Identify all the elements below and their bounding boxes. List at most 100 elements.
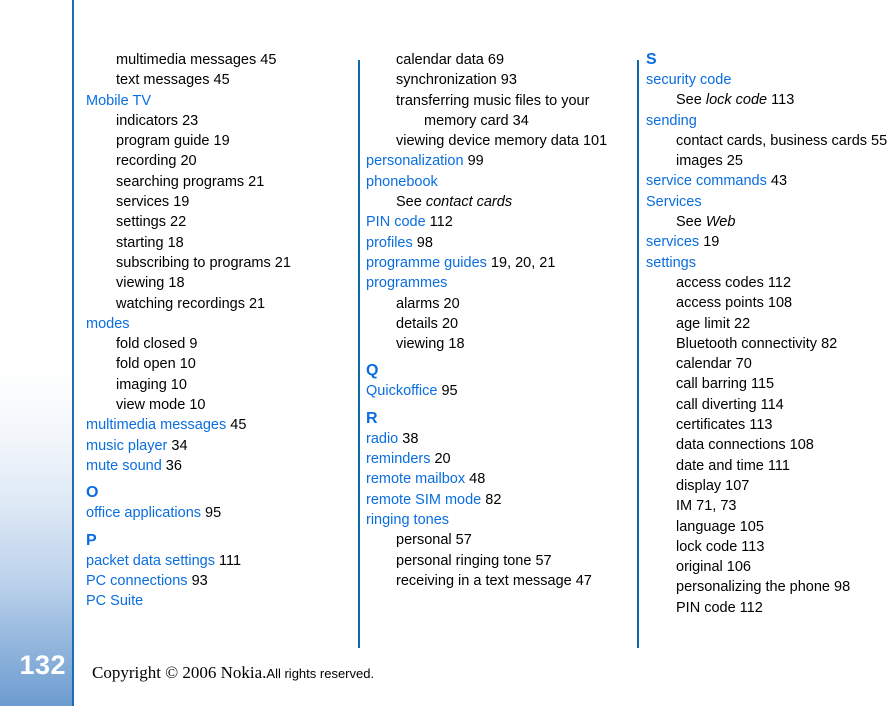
index-subentry[interactable]: personal 57: [366, 530, 628, 550]
index-subentry[interactable]: call diverting 114: [646, 395, 888, 415]
index-subentry[interactable]: services 19: [86, 192, 348, 212]
index-entry-label: profiles: [366, 234, 413, 251]
cross-reference-see-label: See: [676, 92, 702, 109]
index-subentry[interactable]: multimedia messages 45: [86, 50, 348, 70]
index-subentry[interactable]: text messages 45: [86, 70, 348, 90]
index-entry[interactable]: Quickoffice 95: [366, 381, 628, 401]
index-cross-reference[interactable]: See contact cards: [366, 192, 628, 212]
index-entry[interactable]: ringing tones: [366, 510, 628, 530]
index-entry[interactable]: services 19: [646, 232, 888, 252]
index-entry[interactable]: multimedia messages 45: [86, 415, 348, 435]
index-subentry[interactable]: images 25: [646, 151, 888, 171]
index-subentry[interactable]: IM 71, 73: [646, 496, 888, 516]
index-entry[interactable]: PIN code 112: [366, 212, 628, 232]
index-subentry[interactable]: language 105: [646, 517, 888, 537]
index-entry[interactable]: security code: [646, 70, 888, 90]
index-subentry-page-number: 98: [829, 579, 851, 596]
index-subentry[interactable]: PIN code 112: [646, 598, 888, 618]
index-subentry-page-number: 108: [785, 437, 814, 454]
index-subentry[interactable]: age limit 22: [646, 314, 888, 334]
index-subentry[interactable]: access points 108: [646, 293, 888, 313]
column-divider-1: [358, 60, 360, 648]
index-subentry-label: imaging: [116, 376, 167, 393]
index-subentry[interactable]: imaging 10: [86, 375, 348, 395]
index-subentry[interactable]: original 106: [646, 557, 888, 577]
index-cross-reference[interactable]: See Web: [646, 212, 888, 232]
index-entry[interactable]: mute sound 36: [86, 456, 348, 476]
index-entry[interactable]: Services: [646, 192, 888, 212]
index-entry[interactable]: programmes: [366, 273, 628, 293]
index-subentry[interactable]: settings 22: [86, 212, 348, 232]
index-subentry[interactable]: display 107: [646, 476, 888, 496]
index-subentry[interactable]: subscribing to programs 21: [86, 253, 348, 273]
index-entry[interactable]: radio 38: [366, 429, 628, 449]
index-entry[interactable]: programme guides 19, 20, 21: [366, 253, 628, 273]
index-subentry[interactable]: call barring 115: [646, 374, 888, 394]
index-entry[interactable]: modes: [86, 314, 348, 334]
index-subentry[interactable]: starting 18: [86, 233, 348, 253]
index-subentry[interactable]: date and time 111: [646, 456, 888, 476]
index-subentry[interactable]: access codes 112: [646, 273, 888, 293]
index-subentry-page-number: 20: [439, 295, 460, 312]
index-entry[interactable]: Mobile TV: [86, 91, 348, 111]
index-entry-label: Quickoffice: [366, 383, 438, 400]
index-subentry[interactable]: fold closed 9: [86, 334, 348, 354]
index-subentry[interactable]: recording 20: [86, 151, 348, 171]
index-subentry-wrapped[interactable]: transferring music files to your memory c…: [366, 91, 628, 132]
index-entry[interactable]: remote SIM mode 82: [366, 490, 628, 510]
index-entry[interactable]: PC connections 93: [86, 571, 348, 591]
index-subentry[interactable]: viewing 18: [366, 334, 628, 354]
index-subentry[interactable]: searching programs 21: [86, 172, 348, 192]
index-subentry[interactable]: lock code 113: [646, 537, 888, 557]
index-entry[interactable]: phonebook: [366, 172, 628, 192]
index-subentry[interactable]: fold open 10: [86, 354, 348, 374]
index-entry[interactable]: PC Suite: [86, 591, 348, 611]
index-entry[interactable]: profiles 98: [366, 233, 628, 253]
index-entry[interactable]: reminders 20: [366, 449, 628, 469]
index-entry[interactable]: sending: [646, 111, 888, 131]
index-entry-label: Mobile TV: [86, 92, 152, 109]
index-subentry-page-number: 10: [185, 397, 206, 414]
index-subentry[interactable]: data connections 108: [646, 435, 888, 455]
index-subentry[interactable]: Bluetooth connectivity 82: [646, 334, 888, 354]
index-subentry[interactable]: receiving in a text message 47: [366, 571, 628, 591]
index-subentry[interactable]: personal ringing tone 57: [366, 551, 628, 571]
index-entry[interactable]: music player 34: [86, 436, 348, 456]
index-subentry[interactable]: view mode 10: [86, 395, 348, 415]
index-cross-reference[interactable]: See lock code 113: [646, 90, 888, 110]
index-subentry[interactable]: program guide 19: [86, 131, 348, 151]
index-subentry[interactable]: watching recordings 21: [86, 294, 348, 314]
index-entry[interactable]: personalization 99: [366, 151, 628, 171]
index-entry-label: service commands: [646, 173, 767, 190]
index-entry[interactable]: packet data settings 111: [86, 551, 348, 571]
index-subentry-page-number: 111: [763, 457, 790, 474]
index-subentry[interactable]: personalizing the phone 98: [646, 577, 888, 597]
index-column-2: calendar data 69 synchronization 93 transf…: [366, 50, 628, 591]
index-subentry[interactable]: certificates 113: [646, 415, 888, 435]
index-subentry[interactable]: viewing 18: [86, 273, 348, 293]
cross-reference-target[interactable]: Web: [706, 214, 736, 230]
index-subentry-label: recording: [116, 153, 177, 170]
index-body: multimedia messages 45 text messages 45 Mo…: [86, 50, 888, 650]
cross-reference-target[interactable]: contact cards: [426, 194, 512, 210]
index-subentry-label: images: [676, 153, 723, 170]
index-subentry[interactable]: calendar data 69: [366, 50, 628, 70]
index-subentry[interactable]: indicators 23: [86, 111, 348, 131]
index-subentry[interactable]: calendar 70: [646, 354, 888, 374]
index-entry-label: remote SIM mode: [366, 491, 482, 508]
index-subentry-label: language: [676, 518, 736, 535]
index-subentry[interactable]: contact cards, business cards 55: [646, 131, 888, 151]
index-entry-page-number: 34: [167, 437, 188, 454]
cross-reference-target[interactable]: lock code: [706, 92, 767, 108]
index-subentry[interactable]: details 20: [366, 314, 628, 334]
index-entry[interactable]: office applications 95: [86, 503, 348, 523]
index-subentry-page-number: 93: [496, 72, 517, 89]
index-entry[interactable]: service commands 43: [646, 171, 888, 191]
index-subentry[interactable]: alarms 20: [366, 294, 628, 314]
index-entry[interactable]: settings: [646, 253, 888, 273]
index-subentry-page-number: 21: [270, 254, 291, 271]
index-subentry[interactable]: synchronization 93: [366, 70, 628, 90]
index-entry-label: security code: [646, 72, 732, 88]
index-subentry[interactable]: viewing device memory data 101: [366, 131, 628, 151]
index-entry[interactable]: remote mailbox 48: [366, 469, 628, 489]
